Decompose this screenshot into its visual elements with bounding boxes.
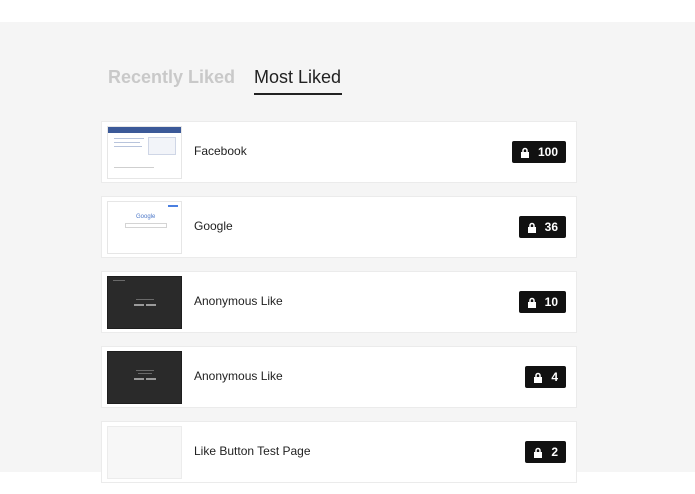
like-count: 10	[544, 295, 558, 309]
page-thumbnail	[107, 426, 182, 479]
list-item[interactable]: Like Button Test Page 2	[101, 421, 577, 483]
like-count-badge: 36	[518, 216, 566, 238]
page-name[interactable]: Anonymous Like	[194, 293, 283, 309]
like-count-badge: 100	[511, 141, 566, 163]
page-name[interactable]: Google	[194, 218, 233, 234]
main-panel: Recently Liked Most Liked Facebook 100 G…	[0, 22, 695, 483]
tab-most-liked[interactable]: Most Liked	[254, 66, 341, 88]
lock-icon	[527, 222, 536, 233]
like-count: 2	[551, 445, 558, 459]
lock-icon	[534, 447, 543, 458]
page-thumbnail: Google	[107, 201, 182, 254]
list-item[interactable]: Anonymous Like 4	[101, 346, 577, 408]
page-thumbnail	[107, 276, 182, 329]
list-item[interactable]: Google Google 36	[101, 196, 577, 258]
like-count-badge: 10	[518, 291, 566, 313]
active-tab-underline	[254, 93, 342, 95]
list-item[interactable]: Facebook 100	[101, 121, 577, 183]
like-count-badge: 2	[525, 441, 566, 463]
tab-recently-liked[interactable]: Recently Liked	[108, 66, 235, 88]
page-name[interactable]: Facebook	[194, 143, 247, 159]
page-name[interactable]: Like Button Test Page	[194, 443, 311, 459]
like-count: 36	[544, 220, 558, 234]
page-thumbnail	[107, 351, 182, 404]
lock-icon	[534, 372, 543, 383]
like-count-badge: 4	[525, 366, 566, 388]
lock-icon	[527, 297, 536, 308]
like-count: 4	[551, 370, 558, 384]
like-count: 100	[537, 145, 558, 159]
lock-icon	[520, 147, 529, 158]
page-thumbnail	[107, 126, 182, 179]
page-name[interactable]: Anonymous Like	[194, 368, 283, 384]
list-item[interactable]: Anonymous Like 10	[101, 271, 577, 333]
